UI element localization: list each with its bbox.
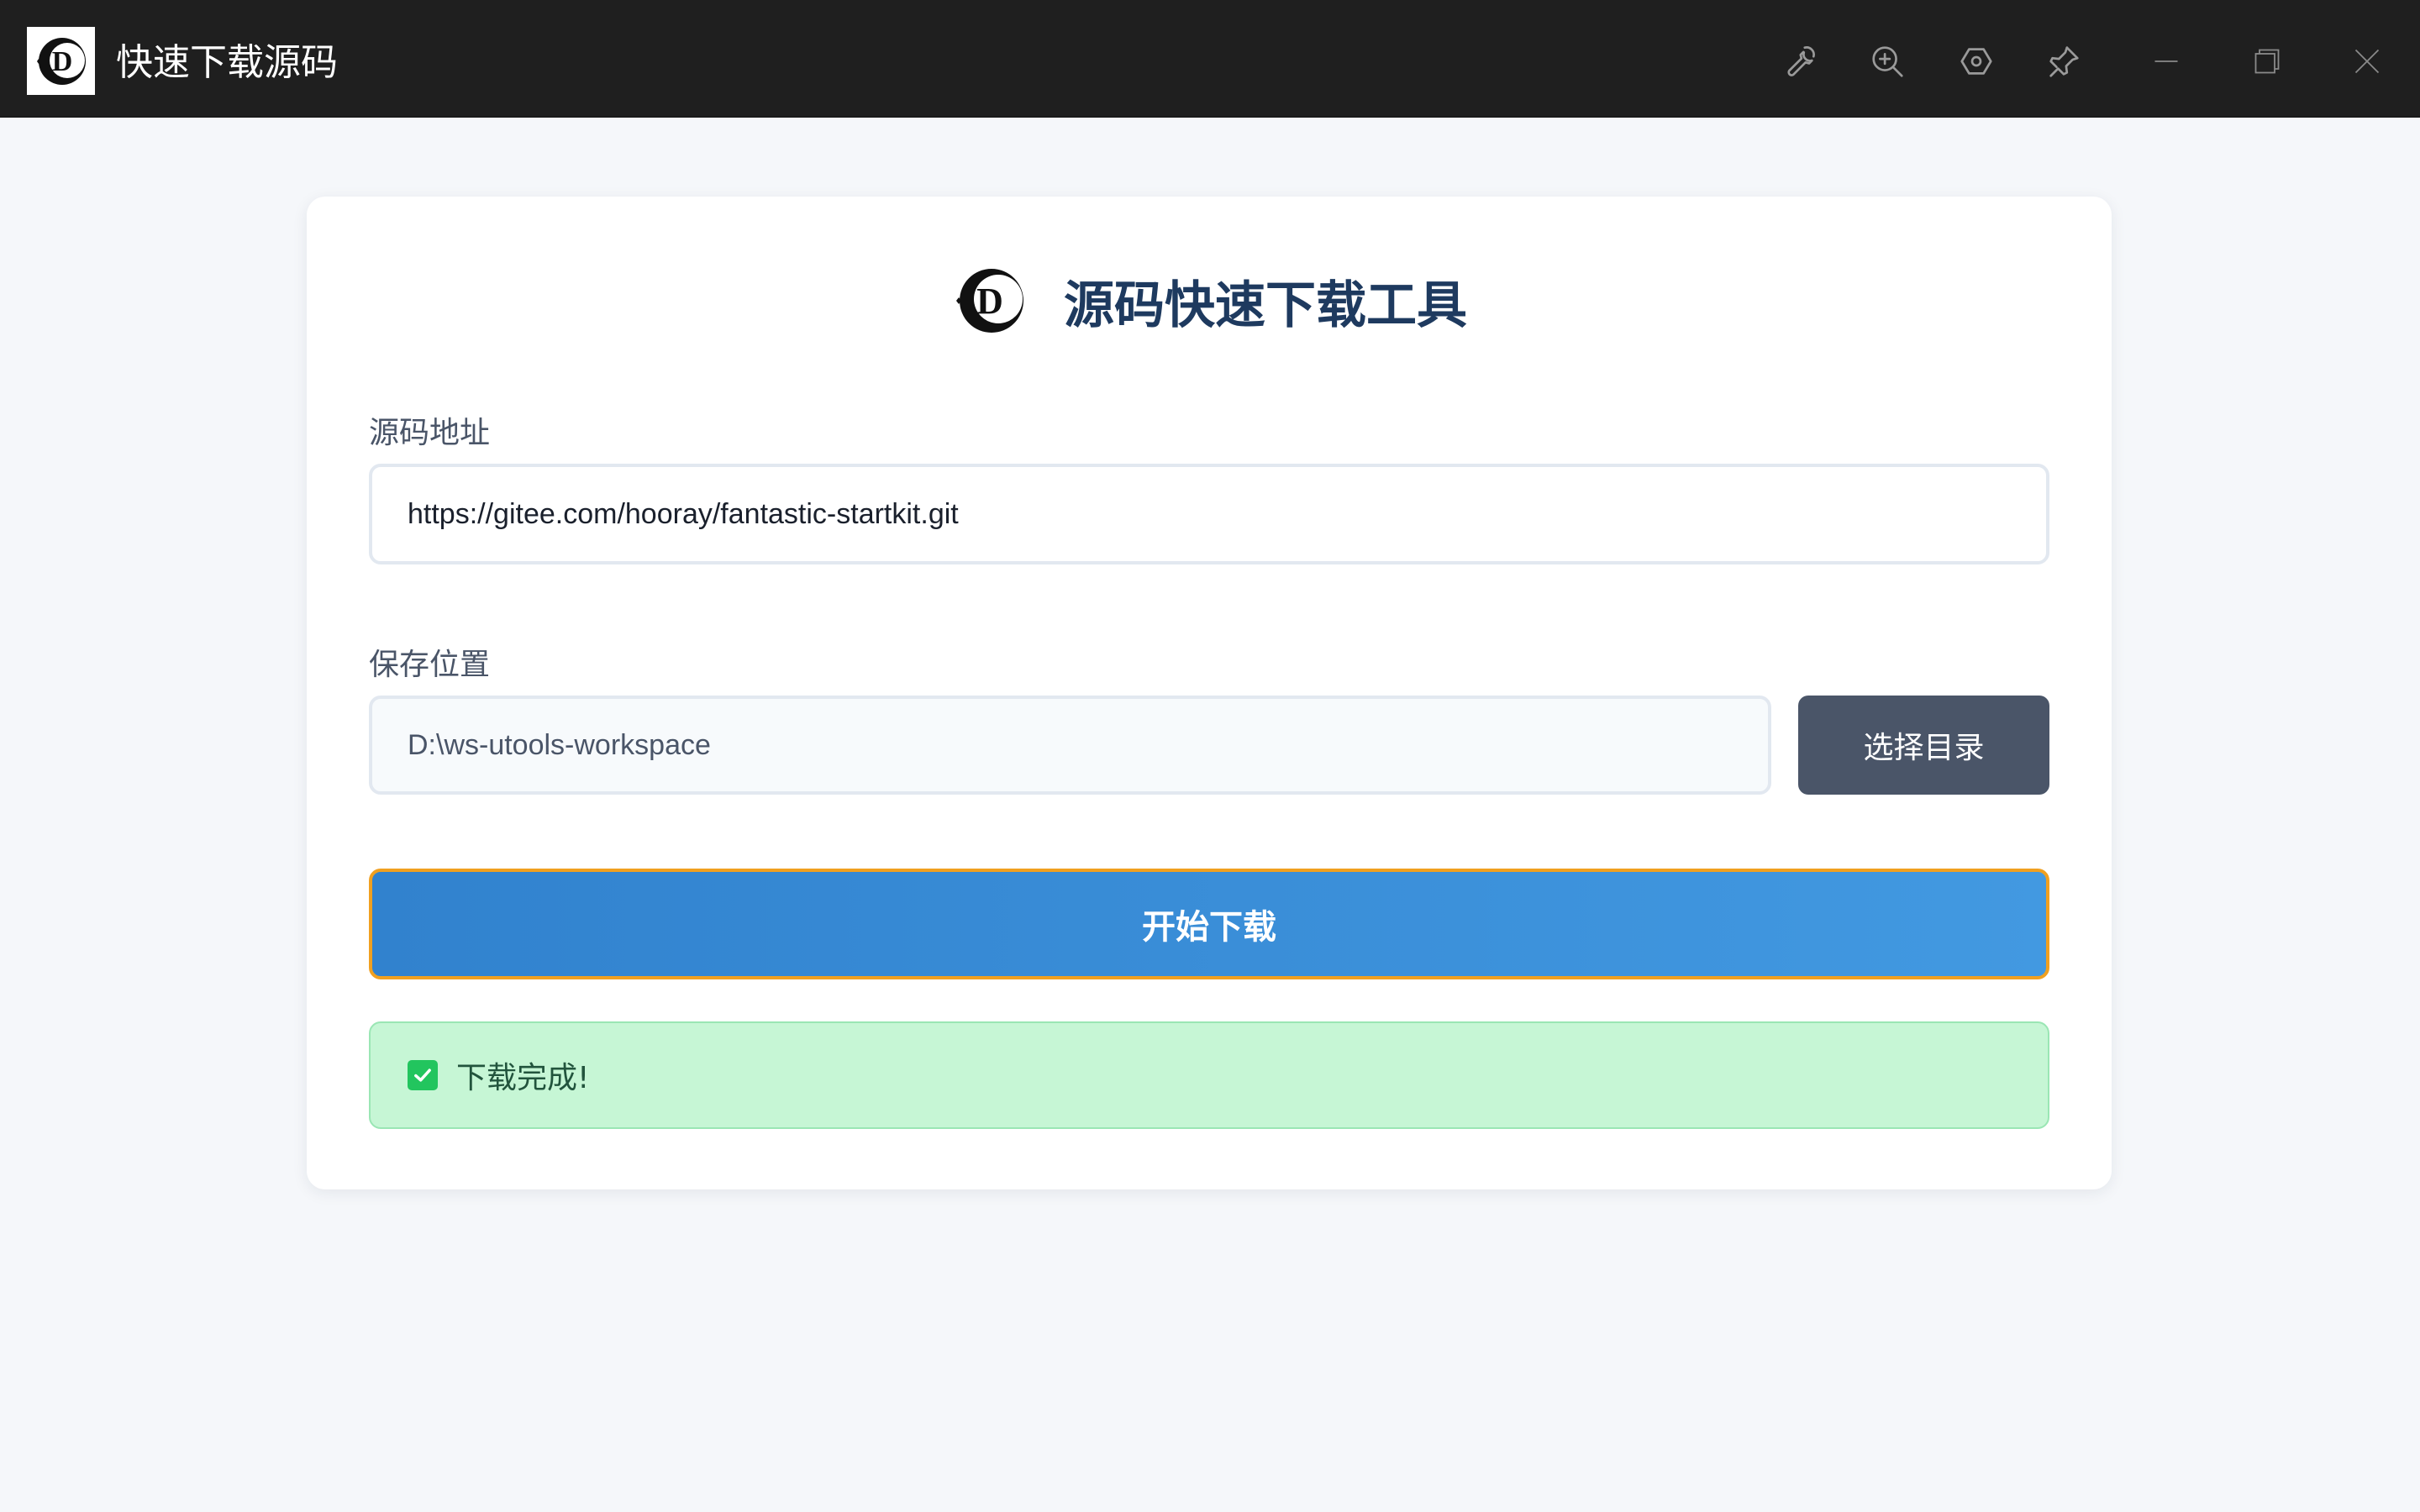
pin-icon[interactable] bbox=[2034, 32, 2093, 91]
svg-text:D: D bbox=[976, 281, 1003, 322]
checkbox-check-icon bbox=[408, 1060, 438, 1090]
svg-text:D: D bbox=[52, 46, 73, 77]
status-message: 下载完成! bbox=[369, 1021, 2049, 1129]
status-text: 下载完成! bbox=[456, 1061, 590, 1095]
restore-icon[interactable] bbox=[2238, 32, 2296, 91]
start-download-button[interactable]: 开始下载 bbox=[369, 869, 2049, 979]
page-title: 源码快速下载工具 bbox=[1064, 276, 1467, 335]
zoom-in-icon[interactable] bbox=[1858, 32, 1917, 91]
wrench-icon[interactable] bbox=[1770, 32, 1829, 91]
heading: D 源码快速下载工具 bbox=[307, 260, 2112, 341]
save-location-label: 保存位置 bbox=[369, 648, 491, 682]
logo-icon: D bbox=[951, 263, 1027, 339]
settings-icon[interactable] bbox=[1947, 32, 2006, 91]
save-location-input[interactable] bbox=[369, 696, 1771, 795]
app-logo-icon: D bbox=[27, 27, 95, 95]
title-bar: D 快速下载源码 bbox=[0, 0, 2420, 118]
app-title: 快速下载源码 bbox=[116, 41, 338, 84]
source-url-label: 源码地址 bbox=[369, 416, 491, 450]
close-icon[interactable] bbox=[2338, 32, 2396, 91]
choose-directory-button[interactable]: 选择目录 bbox=[1798, 696, 2049, 795]
source-url-input[interactable] bbox=[369, 464, 2049, 564]
download-card: D 源码快速下载工具 源码地址 保存位置 选择目录 开始下载 下载完成! bbox=[307, 197, 2112, 1189]
minimize-icon[interactable] bbox=[2137, 32, 2196, 91]
